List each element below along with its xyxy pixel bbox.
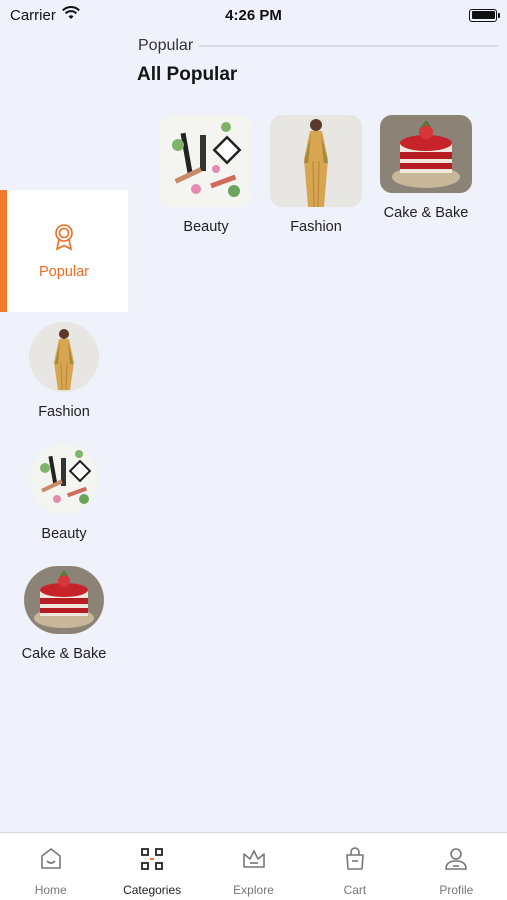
- tab-categories[interactable]: Categories: [101, 833, 202, 900]
- sidebar-item-fashion[interactable]: Fashion: [0, 312, 128, 434]
- tab-label: Categories: [123, 883, 182, 897]
- cake-image: [380, 115, 472, 193]
- home-icon: [37, 845, 65, 878]
- page-title: All Popular: [137, 64, 238, 85]
- grid-item-beauty[interactable]: Beauty: [160, 115, 252, 235]
- tab-profile[interactable]: Profile: [406, 833, 507, 900]
- popular-grid: Beauty Fashion Cake & Bake: [160, 115, 472, 235]
- sidebar-item-label: Fashion: [38, 404, 90, 420]
- sidebar-item-popular[interactable]: Popular: [0, 190, 128, 312]
- status-left: Carrier: [10, 6, 80, 24]
- sidebar-item-label: Beauty: [41, 526, 87, 542]
- beauty-image: [160, 115, 252, 207]
- tab-label: Cart: [343, 883, 367, 897]
- battery-icon: [469, 8, 500, 22]
- grid-item-cake-bake[interactable]: Cake & Bake: [380, 115, 472, 235]
- tab-label: Home: [34, 883, 67, 897]
- tab-cart[interactable]: Cart: [304, 833, 405, 900]
- tab-explore[interactable]: Explore: [203, 833, 304, 900]
- bag-icon: [341, 845, 369, 878]
- sidebar-item-beauty[interactable]: Beauty: [0, 434, 128, 556]
- sidebar-item-cake-bake[interactable]: Cake & Bake: [0, 556, 128, 678]
- sidebar-item-label: Cake & Bake: [21, 646, 107, 662]
- wifi-icon: [61, 6, 80, 24]
- status-bar: Carrier 4:26 PM: [0, 0, 507, 30]
- categories-icon: [138, 845, 166, 878]
- grid-item-label: Fashion: [290, 219, 342, 235]
- sidebar-item-label: Popular: [39, 263, 89, 280]
- fashion-image: [270, 115, 362, 207]
- section-divider: [199, 45, 498, 47]
- carrier-label: Carrier: [10, 6, 56, 24]
- section-header: Popular: [138, 36, 498, 56]
- fashion-image: [29, 322, 99, 392]
- grid-item-label: Cake & Bake: [383, 205, 469, 221]
- grid-item-label: Beauty: [183, 219, 229, 235]
- tab-home[interactable]: Home: [0, 833, 101, 900]
- grid-item-fashion[interactable]: Fashion: [270, 115, 362, 235]
- user-icon: [442, 845, 470, 878]
- bottom-tab-bar: Home Categories Explore Cart Profile: [0, 832, 507, 900]
- tab-label: Profile: [439, 883, 474, 897]
- category-sidebar: Popular Fashion Beauty Cake & Bake: [0, 190, 128, 678]
- crown-icon: [240, 845, 268, 878]
- award-icon: [52, 223, 76, 256]
- beauty-image: [29, 444, 99, 514]
- cake-image: [24, 566, 104, 634]
- section-label: Popular: [138, 37, 194, 54]
- tab-label: Explore: [233, 883, 274, 897]
